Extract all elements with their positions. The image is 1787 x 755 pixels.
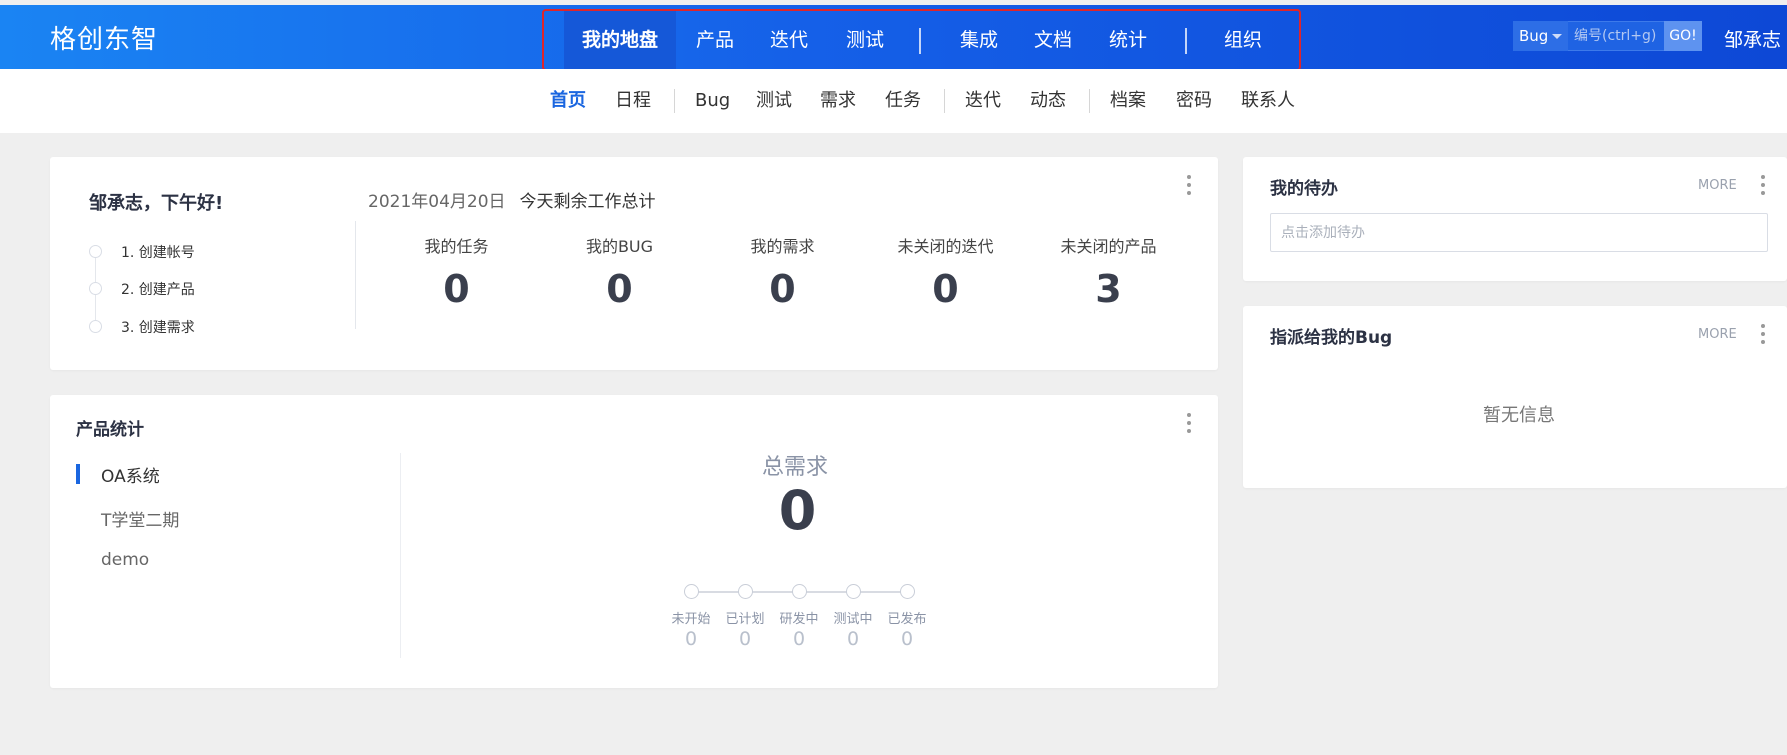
sub-nav-requirement[interactable]: 需求 xyxy=(820,69,856,133)
stat-label: 我的需求 xyxy=(750,237,815,256)
more-options-icon[interactable] xyxy=(1186,174,1192,196)
product-divider xyxy=(400,453,401,658)
greeting: 邹承志，下午好! xyxy=(89,193,224,214)
assigned-bugs-title: 指派给我的Bug xyxy=(1270,328,1393,348)
step-circle-icon xyxy=(89,320,102,333)
summary-date: 2021年04月20日 xyxy=(368,192,506,212)
user-menu[interactable]: 邹承志 xyxy=(1724,25,1781,52)
sub-nav-divider xyxy=(944,89,945,113)
todo-title: 我的待办 xyxy=(1270,179,1338,199)
main-nav-integration[interactable]: 集成 xyxy=(950,11,1008,69)
stage-dot-icon xyxy=(684,584,699,599)
stat-value: 0 xyxy=(443,267,470,311)
stat-value: 0 xyxy=(606,267,633,311)
todo-more-link[interactable]: MORE xyxy=(1698,178,1737,193)
sub-nav-contacts[interactable]: 联系人 xyxy=(1241,69,1295,133)
total-requirements-label: 总需求 xyxy=(762,455,829,480)
stage-count: 0 xyxy=(792,628,806,650)
stat-open-iterations[interactable]: 未关闭的迭代 0 xyxy=(864,233,1027,311)
sub-nav-home[interactable]: 首页 xyxy=(550,69,586,133)
stage-count: 0 xyxy=(738,628,752,650)
sub-nav-activity[interactable]: 动态 xyxy=(1030,69,1066,133)
nav-divider xyxy=(919,28,921,54)
step-circle-icon xyxy=(89,282,102,295)
sub-nav-iteration[interactable]: 迭代 xyxy=(965,69,1001,133)
sub-nav-password[interactable]: 密码 xyxy=(1176,69,1212,133)
total-requirements-value: 0 xyxy=(778,479,817,542)
product-item-demo[interactable]: demo xyxy=(101,550,149,570)
main-nav: 我的地盘 产品 迭代 测试 集成 文档 统计 组织 xyxy=(542,9,1301,71)
caret-down-icon xyxy=(1552,34,1562,39)
product-stats-title: 产品统计 xyxy=(76,420,144,440)
stage-count: 0 xyxy=(684,628,698,650)
sub-nav-divider xyxy=(674,89,675,113)
sub-nav-task[interactable]: 任务 xyxy=(885,69,921,133)
stage-dot-icon xyxy=(738,584,753,599)
main-nav-test[interactable]: 测试 xyxy=(836,11,894,69)
stage-dot-icon xyxy=(900,584,915,599)
add-todo-input[interactable] xyxy=(1270,213,1768,252)
stage-count: 0 xyxy=(900,628,914,650)
search-type-select[interactable]: Bug xyxy=(1513,21,1568,51)
nav-divider xyxy=(1185,28,1187,54)
stage-dot-icon xyxy=(792,584,807,599)
top-header: 格创东智 我的地盘 产品 迭代 测试 集成 文档 统计 组织 Bug GO! 邹… xyxy=(0,5,1787,71)
stage-label-testing: 测试中 xyxy=(833,612,873,627)
stat-value: 0 xyxy=(932,267,959,311)
stat-label: 未关闭的产品 xyxy=(1060,237,1157,256)
summary-header: 2021年04月20日 今天剩余工作总计 xyxy=(368,187,656,212)
search-go-button[interactable]: GO! xyxy=(1664,21,1702,51)
sub-nav-bug[interactable]: Bug xyxy=(695,69,730,133)
stat-my-bugs[interactable]: 我的BUG 0 xyxy=(538,233,701,311)
sub-nav-test[interactable]: 测试 xyxy=(756,69,792,133)
stat-label: 我的BUG xyxy=(585,237,654,256)
product-item-t-academy[interactable]: T学堂二期 xyxy=(101,506,179,531)
product-stats-card: 产品统计 OA系统 T学堂二期 demo 总需求 0 未开始 已计划 研发中 测… xyxy=(50,395,1218,688)
assigned-bugs-card: 指派给我的Bug MORE 暂无信息 xyxy=(1243,306,1787,488)
stage-label-not-started: 未开始 xyxy=(671,612,711,627)
step-circle-icon xyxy=(89,245,102,258)
brand-logo[interactable]: 格创东智 xyxy=(50,19,158,56)
stat-open-products[interactable]: 未关闭的产品 3 xyxy=(1027,233,1190,311)
search-type-label: Bug xyxy=(1519,27,1549,45)
stat-label: 我的任务 xyxy=(424,237,489,256)
sub-nav-schedule[interactable]: 日程 xyxy=(615,69,651,133)
search-input[interactable] xyxy=(1568,21,1665,51)
welcome-card: 邹承志，下午好! 1. 创建帐号 2. 创建产品 3. 创建需求 2021年04… xyxy=(50,157,1218,370)
stat-my-tasks[interactable]: 我的任务 0 xyxy=(375,233,538,311)
active-product-marker xyxy=(76,464,80,484)
main-nav-product[interactable]: 产品 xyxy=(686,11,744,69)
todo-card: 我的待办 MORE xyxy=(1243,157,1787,281)
assigned-bugs-more-link[interactable]: MORE xyxy=(1698,327,1737,342)
stat-my-requirements[interactable]: 我的需求 0 xyxy=(701,233,864,311)
empty-state-message: 暂无信息 xyxy=(1483,405,1555,426)
sub-nav-profile[interactable]: 档案 xyxy=(1110,69,1146,133)
product-item-oa[interactable]: OA系统 xyxy=(101,462,160,487)
main-nav-my-dashboard[interactable]: 我的地盘 xyxy=(564,11,676,69)
sub-nav-divider xyxy=(1089,89,1090,113)
more-options-icon[interactable] xyxy=(1760,323,1766,345)
summary-divider xyxy=(355,221,356,329)
main-nav-organization[interactable]: 组织 xyxy=(1214,11,1272,69)
main-nav-docs[interactable]: 文档 xyxy=(1024,11,1082,69)
summary-title: 今天剩余工作总计 xyxy=(519,192,656,212)
stage-count: 0 xyxy=(846,628,860,650)
more-options-icon[interactable] xyxy=(1186,412,1192,434)
stat-label: 未关闭的迭代 xyxy=(897,237,994,256)
stage-label-developing: 研发中 xyxy=(779,612,819,627)
sub-nav: 首页 日程 Bug 测试 需求 任务 迭代 动态 档案 密码 联系人 xyxy=(0,69,1787,133)
stage-dot-icon xyxy=(846,584,861,599)
main-nav-statistics[interactable]: 统计 xyxy=(1099,11,1157,69)
more-options-icon[interactable] xyxy=(1760,174,1766,196)
stat-value: 0 xyxy=(769,267,796,311)
stage-label-planned: 已计划 xyxy=(725,612,765,627)
stage-label-released: 已发布 xyxy=(887,612,927,627)
stat-value: 3 xyxy=(1095,267,1122,311)
main-nav-iteration[interactable]: 迭代 xyxy=(760,11,818,69)
